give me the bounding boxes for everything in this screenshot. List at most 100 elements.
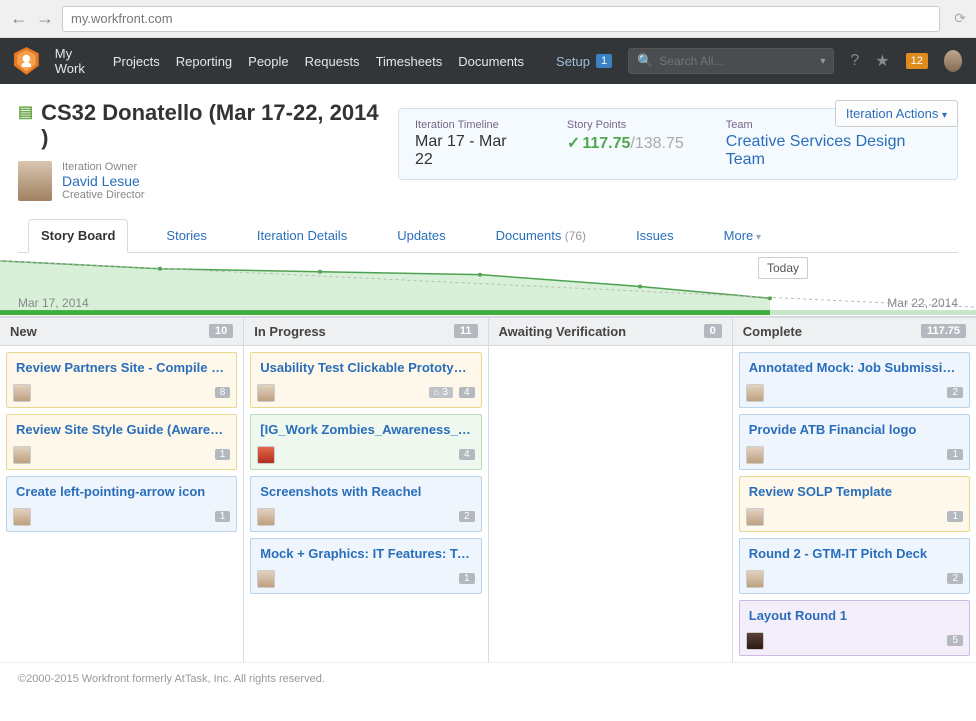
assignee-avatar: [257, 570, 275, 588]
global-search[interactable]: 🔍 ▾: [628, 48, 834, 74]
story-card[interactable]: Annotated Mock: Job Submission...2: [739, 352, 970, 408]
column-count-badge: 10: [209, 324, 233, 338]
points-current: 117.75: [582, 135, 630, 152]
chevron-down-icon[interactable]: ▾: [820, 56, 825, 67]
card-title: Review Partners Site - Compile li...: [7, 353, 236, 380]
card-title: Round 2 - GTM-IT Pitch Deck: [740, 539, 969, 566]
card-title: Create left-pointing-arrow icon: [7, 477, 236, 504]
help-icon[interactable]: ?: [850, 52, 859, 70]
card-title: Review Site Style Guide (Awarene...: [7, 415, 236, 442]
nav-reporting[interactable]: Reporting: [176, 54, 232, 69]
user-avatar[interactable]: [944, 50, 962, 72]
story-card[interactable]: Round 2 - GTM-IT Pitch Deck2: [739, 538, 970, 594]
story-card[interactable]: Screenshots with Reachel2: [250, 476, 481, 532]
card-footer: 1: [7, 442, 236, 469]
points-badge: 1: [947, 449, 963, 460]
nav-projects[interactable]: Projects: [113, 54, 160, 69]
column-awaiting-verification: Awaiting Verification0: [489, 318, 733, 662]
points-label: Story Points: [567, 119, 684, 131]
story-card[interactable]: Mock + Graphics: IT Features: Te...1: [250, 538, 481, 594]
tab-row: Story Board Stories Iteration Details Updat…: [18, 219, 958, 253]
nav-my-work[interactable]: My Work: [55, 46, 97, 76]
check-icon: ✓: [567, 135, 580, 152]
story-card[interactable]: Review Site Style Guide (Awarene...1: [6, 414, 237, 470]
column-complete: Complete117.75Annotated Mock: Job Submis…: [733, 318, 976, 662]
points-badge: 1: [947, 511, 963, 522]
star-icon[interactable]: ★: [875, 51, 889, 71]
nav-timesheets[interactable]: Timesheets: [376, 54, 443, 69]
column-count-badge: 0: [704, 324, 722, 338]
story-card[interactable]: Create left-pointing-arrow icon 1: [6, 476, 237, 532]
top-nav: My Work Projects Reporting People Reques…: [0, 38, 976, 84]
tab-documents[interactable]: Documents (76): [484, 220, 598, 252]
tab-story-board[interactable]: Story Board: [28, 219, 128, 253]
notification-badge[interactable]: 12: [906, 53, 928, 69]
assignee-avatar: [257, 384, 275, 402]
card-title: Screenshots with Reachel: [251, 477, 480, 504]
card-title: Layout Round 1: [740, 601, 969, 628]
url-text: my.workfront.com: [71, 11, 173, 26]
tab-issues[interactable]: Issues: [624, 220, 686, 252]
tab-updates[interactable]: Updates: [385, 220, 457, 252]
column-header: Complete117.75: [733, 318, 976, 346]
tab-iteration-details[interactable]: Iteration Details: [245, 220, 359, 252]
setup-badge: 1: [596, 54, 612, 68]
burndown-timeline: Today Mar 17, 2014 Mar 22, 2014: [0, 253, 976, 317]
column-body: Review Partners Site - Compile li...8Rev…: [0, 346, 243, 538]
page-title: CS32 Donatello (Mar 17-22, 2014 ): [41, 100, 388, 151]
assignee-avatar: [746, 508, 764, 526]
back-icon[interactable]: ←: [10, 8, 28, 29]
forward-icon[interactable]: →: [36, 8, 54, 29]
team-link[interactable]: Creative Services Design Team: [726, 133, 941, 169]
card-footer: 2: [251, 504, 480, 531]
assignee-avatar: [746, 632, 764, 650]
today-marker: Today: [758, 257, 808, 279]
owner-name-link[interactable]: David Lesue: [62, 173, 145, 189]
card-footer: 5: [740, 628, 969, 655]
card-title: Usability Test Clickable Prototyp...: [251, 353, 480, 380]
story-card[interactable]: Provide ATB Financial logo1: [739, 414, 970, 470]
card-footer: 8: [7, 380, 236, 407]
assignee-avatar: [746, 570, 764, 588]
story-card[interactable]: Review SOLP Template 1: [739, 476, 970, 532]
search-input[interactable]: [659, 54, 814, 68]
url-bar[interactable]: my.workfront.com: [62, 6, 940, 32]
card-footer: 2: [740, 380, 969, 407]
story-card[interactable]: [IG_Work Zombies_Awareness_Fe...4: [250, 414, 481, 470]
column-header: New10: [0, 318, 243, 346]
owner-role: Creative Director: [62, 189, 145, 201]
points-badge: 5: [947, 635, 963, 646]
column-body: Annotated Mock: Job Submission...2 Provid…: [733, 346, 976, 662]
column-count-badge: 11: [454, 324, 478, 338]
column-in-progress: In Progress11 Usability Test Clickable Pr…: [244, 318, 488, 662]
points-value: ✓117.75/138.75: [567, 133, 684, 153]
points-total: /138.75: [630, 135, 683, 152]
column-count-badge: 117.75: [921, 324, 966, 338]
column-body: [489, 346, 732, 358]
card-title: Mock + Graphics: IT Features: Te...: [251, 539, 480, 566]
column-header: In Progress11: [244, 318, 487, 346]
story-board: New10Review Partners Site - Compile li..…: [0, 317, 976, 662]
card-footer: 1: [740, 504, 969, 531]
nav-requests[interactable]: Requests: [305, 54, 360, 69]
story-card[interactable]: Review Partners Site - Compile li...8: [6, 352, 237, 408]
reload-icon[interactable]: ⟳: [954, 10, 966, 27]
setup-link[interactable]: Setup 1: [556, 54, 612, 69]
column-new: New10Review Partners Site - Compile li..…: [0, 318, 244, 662]
card-footer: 1: [7, 504, 236, 531]
tab-stories[interactable]: Stories: [154, 220, 218, 252]
tab-more[interactable]: More ▾: [712, 220, 773, 252]
story-card[interactable]: Layout Round 1 5: [739, 600, 970, 656]
assignee-avatar: [13, 508, 31, 526]
owner-avatar: [18, 161, 52, 201]
timeline-start-date: Mar 17, 2014: [18, 296, 89, 310]
card-footer: 2: [740, 566, 969, 593]
search-icon: 🔍: [637, 53, 653, 69]
points-badge: 1: [215, 511, 231, 522]
subtask-badge: ⌂ 3: [429, 387, 453, 398]
nav-documents[interactable]: Documents: [458, 54, 524, 69]
iteration-actions-button[interactable]: Iteration Actions ▾: [835, 100, 958, 127]
nav-people[interactable]: People: [248, 54, 288, 69]
card-title: Review SOLP Template: [740, 477, 969, 504]
story-card[interactable]: Usability Test Clickable Prototyp...⌂ 34: [250, 352, 481, 408]
